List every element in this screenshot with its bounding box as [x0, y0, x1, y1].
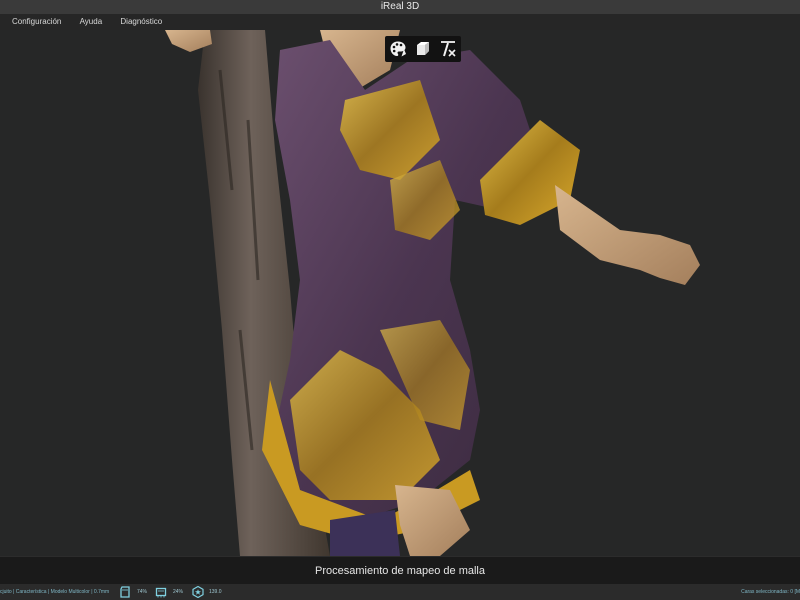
view-toolbar	[385, 36, 461, 62]
memory-usage-value: 24%	[173, 589, 184, 595]
menu-configuracion[interactable]: Configuración	[0, 14, 69, 30]
menu-ayuda[interactable]: Ayuda	[72, 14, 111, 30]
memory-icon	[155, 586, 167, 598]
selection-count: Caras seleccionadas: 0 [M	[741, 589, 800, 595]
right-arm	[555, 185, 700, 285]
fps-value: 139.0	[209, 589, 222, 595]
star-badge-icon	[192, 585, 204, 599]
process-label: Procesamiento de mapeo de malla	[315, 565, 485, 577]
3d-viewport[interactable]	[0, 30, 800, 556]
scan-mode-text: cjuito | Característica | Modelo Multico…	[0, 589, 110, 595]
sd-card-icon	[119, 586, 131, 598]
status-bar: cjuito | Característica | Modelo Multico…	[0, 584, 800, 600]
menu-diagnostico[interactable]: Diagnóstico	[112, 14, 170, 30]
title-bar: iReal 3D	[0, 0, 800, 14]
process-status-bar: Procesamiento de mapeo de malla	[0, 556, 800, 585]
scanned-statue-model	[165, 30, 700, 556]
cube-icon[interactable]	[413, 39, 433, 59]
palette-icon[interactable]	[388, 39, 408, 59]
menu-bar: Configuración Ayuda Diagnóstico	[0, 14, 800, 30]
window-title: iReal 3D	[380, 1, 420, 12]
clear-formatting-icon[interactable]	[438, 39, 458, 59]
disk-usage-value: 74%	[137, 589, 148, 595]
